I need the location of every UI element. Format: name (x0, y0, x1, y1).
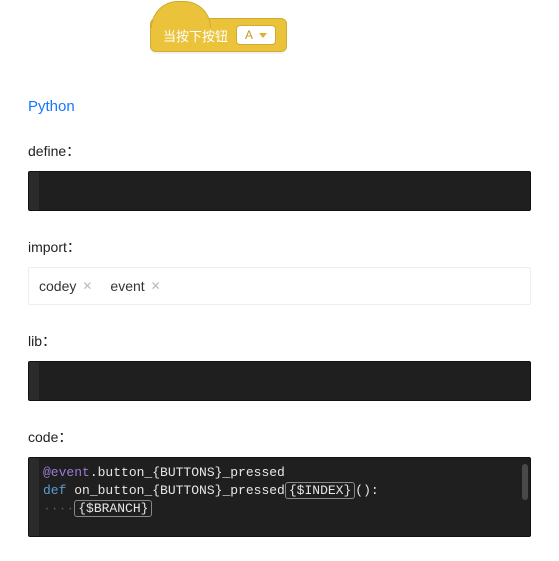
code-text: .button_{BUTTONS}_pressed (90, 465, 285, 480)
code-text: (): (355, 483, 378, 498)
decorator-token: @event (43, 465, 90, 480)
branch-placeholder[interactable]: {$BRANCH} (74, 500, 152, 517)
button-dropdown[interactable]: A (236, 25, 276, 45)
tag-label: event (110, 278, 144, 294)
import-tag: event ✕ (110, 278, 160, 294)
block-label: 当按下按钮 (163, 26, 228, 45)
label-lib: lib： (28, 331, 531, 351)
code-line: ····{$BRANCH} (29, 500, 530, 518)
dropdown-value: A (245, 28, 253, 42)
define-editor[interactable] (28, 171, 531, 211)
scrollbar-thumb[interactable] (522, 464, 528, 500)
close-icon[interactable]: ✕ (82, 279, 92, 293)
import-tags-input[interactable]: codey ✕ event ✕ (28, 267, 531, 305)
editor-gutter (29, 172, 39, 210)
code-editor[interactable]: @event.button_{BUTTONS}_pressed def on_b… (28, 457, 531, 537)
chevron-down-icon (259, 33, 267, 38)
editor-gutter (29, 362, 39, 400)
editor-gutter (29, 458, 39, 536)
label-define: define： (28, 141, 531, 161)
label-code: code： (28, 427, 531, 447)
hat-block-button-pressed: 当按下按钮 A (150, 18, 287, 52)
function-name: on_button_{BUTTONS}_pressed (74, 483, 285, 498)
import-tag: codey ✕ (39, 278, 92, 294)
code-line: def on_button_{BUTTONS}_pressed{$INDEX}(… (29, 482, 530, 500)
close-icon[interactable]: ✕ (151, 279, 161, 293)
code-line: @event.button_{BUTTONS}_pressed (29, 464, 530, 482)
tag-label: codey (39, 278, 76, 294)
tab-python[interactable]: Python (28, 80, 531, 141)
label-import: import： (28, 237, 531, 257)
indent-dots: ···· (43, 501, 74, 516)
keyword-token: def (43, 483, 66, 498)
index-placeholder[interactable]: {$INDEX} (285, 482, 355, 499)
lib-editor[interactable] (28, 361, 531, 401)
